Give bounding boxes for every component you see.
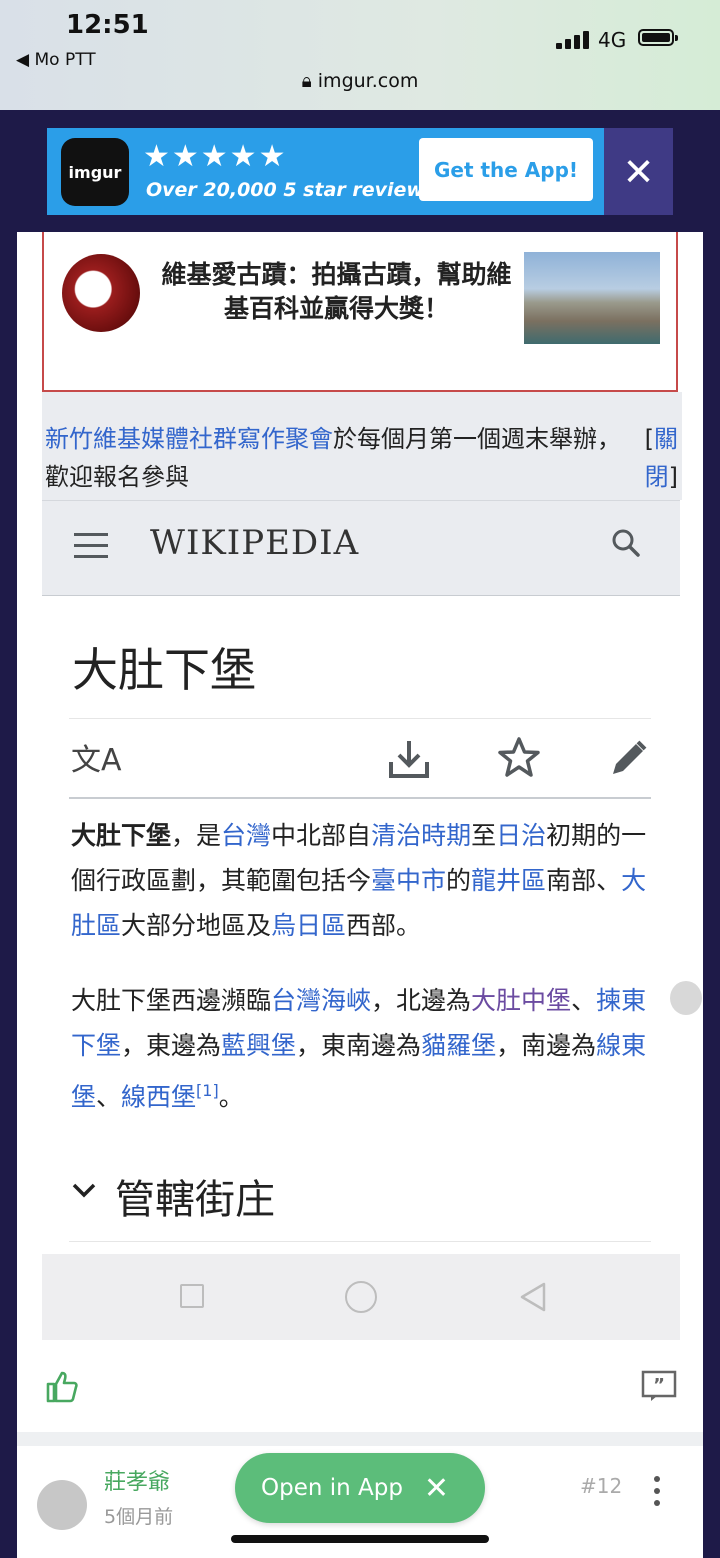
open-in-app-label: Open in App xyxy=(261,1475,403,1501)
get-app-button[interactable]: Get the App! xyxy=(419,138,593,201)
link-taichung[interactable]: 臺中市 xyxy=(371,866,446,895)
notice-link[interactable]: 新竹維基媒體社群寫作聚會 xyxy=(45,425,333,453)
wikipedia-header: WIKIPEDIA xyxy=(42,500,680,596)
comment-floor-number: #12 xyxy=(580,1474,623,1498)
link-japanese-rule[interactable]: 日治 xyxy=(496,821,546,850)
quote-reply-icon[interactable]: ” xyxy=(641,1370,677,1402)
wikipedia-logo[interactable]: WIKIPEDIA xyxy=(150,523,359,563)
link-lanxing-bao[interactable]: 藍興堡 xyxy=(221,1031,296,1060)
notice-text: 新竹維基媒體社群寫作聚會於每個月第一個週末舉辦，歡迎報名參與 xyxy=(45,425,621,491)
watch-star-icon[interactable] xyxy=(497,736,541,780)
search-icon[interactable] xyxy=(612,529,640,557)
home-icon xyxy=(345,1281,377,1313)
imgur-app-banner: imgur ★★★★★ Over 20,000 5 star reviews G… xyxy=(47,128,673,215)
notice-close[interactable]: [關閉] xyxy=(628,420,678,496)
castle-photo xyxy=(524,252,660,344)
title-divider xyxy=(69,718,651,719)
menu-icon[interactable] xyxy=(74,533,108,559)
network-type: 4G xyxy=(598,28,627,52)
promo-text: 維基愛古蹟：拍攝古蹟，幫助維基百科並贏得大獎！ xyxy=(161,260,512,323)
wiki-loves-monuments-logo xyxy=(62,254,140,332)
download-icon[interactable] xyxy=(387,738,431,780)
edit-pencil-icon[interactable] xyxy=(607,738,649,780)
chevron-down-icon[interactable] xyxy=(71,1177,97,1203)
paragraph-intro: 大肚下堡，是台灣中北部自清治時期至日治初期的一個行政區劃，其範圍包括今臺中市的龍… xyxy=(71,821,647,940)
more-options-icon[interactable] xyxy=(653,1476,661,1506)
section-divider xyxy=(69,1241,651,1242)
clock: 12:51 xyxy=(66,10,149,40)
back-triangle-icon xyxy=(520,1282,546,1312)
avatar[interactable] xyxy=(37,1480,87,1530)
comment-timestamp: 5個月前 xyxy=(104,1506,174,1528)
lock-icon: 🔒︎ xyxy=(301,70,312,92)
paragraph-borders: 大肚下堡西邊瀕臨台灣海峽，北邊為大肚中堡、揀東下堡，東邊為藍興堡，東南邊為貓羅堡… xyxy=(71,986,647,1112)
imgur-logo: imgur xyxy=(61,138,129,206)
banner-close-button[interactable]: ✕ xyxy=(604,128,673,215)
link-longjing[interactable]: 龍井區 xyxy=(471,866,546,895)
language-icon[interactable]: 文A xyxy=(71,735,122,779)
page-title: 大肚下堡 xyxy=(72,643,256,697)
status-bar: 12:51 ◀ Mo PTT 4G 🔒︎ imgur.com xyxy=(0,0,720,110)
scroll-handle[interactable] xyxy=(670,981,702,1015)
comment-username[interactable]: 莊孝爺 xyxy=(104,1464,170,1496)
reference-link[interactable]: [1] xyxy=(196,1081,219,1100)
recent-apps-icon xyxy=(180,1284,204,1308)
address-bar[interactable]: 🔒︎ imgur.com xyxy=(0,70,720,92)
link-maoluo-bao[interactable]: 貓羅堡 xyxy=(421,1031,496,1060)
post-card: 維基愛古蹟：拍攝古蹟，幫助維基百科並贏得大獎！ 新竹維基媒體社群寫作聚會於每個月… xyxy=(17,232,703,1558)
link-taiwan-strait[interactable]: 台灣海峽 xyxy=(271,986,371,1015)
wiki-loves-monuments-banner[interactable]: 維基愛古蹟：拍攝古蹟，幫助維基百科並贏得大獎！ xyxy=(42,232,678,392)
comment-divider xyxy=(17,1432,703,1446)
back-to-app[interactable]: ◀ Mo PTT xyxy=(16,50,96,70)
rating-stars: ★★★★★ xyxy=(143,139,288,174)
close-icon: ✕ xyxy=(622,149,655,194)
site-notice: 新竹維基媒體社群寫作聚會於每個月第一個週末舉辦，歡迎報名參與 [關閉] xyxy=(42,392,682,500)
section-heading[interactable]: 管轄街庄 xyxy=(115,1167,275,1225)
toolbar-divider xyxy=(69,797,651,799)
link-dadu-zhongbao[interactable]: 大肚中堡 xyxy=(471,986,571,1015)
link-xianxi-bao[interactable]: 線西堡 xyxy=(121,1082,196,1111)
home-indicator xyxy=(231,1535,489,1543)
link-qing[interactable]: 清治時期 xyxy=(371,821,471,850)
signal-icon xyxy=(556,31,590,49)
close-icon[interactable]: ✕ xyxy=(424,1471,449,1506)
svg-text:”: ” xyxy=(653,1375,665,1396)
thumbs-up-icon[interactable] xyxy=(45,1370,79,1404)
reviews-text: Over 20,000 5 star reviews xyxy=(146,179,436,201)
android-nav-bar xyxy=(42,1254,680,1340)
url-text: imgur.com xyxy=(317,70,419,92)
battery-icon xyxy=(638,29,678,46)
open-in-app-button[interactable]: Open in App ✕ xyxy=(235,1453,485,1523)
link-wuri[interactable]: 烏日區 xyxy=(271,911,346,940)
link-taiwan[interactable]: 台灣 xyxy=(221,821,271,850)
